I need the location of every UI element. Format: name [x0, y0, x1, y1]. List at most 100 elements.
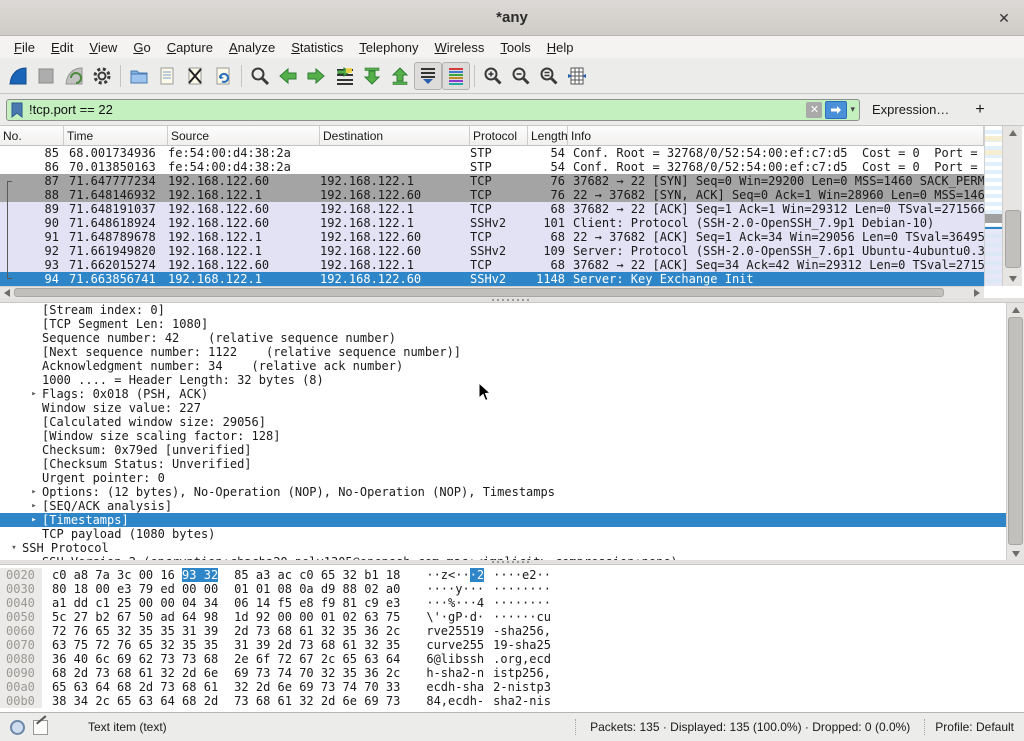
- capture-options-icon[interactable]: [88, 62, 116, 90]
- packet-list-vscroll-thumb[interactable]: [1005, 210, 1021, 268]
- packet-list-vscrollbar[interactable]: [1002, 126, 1022, 286]
- restart-capture-icon[interactable]: [60, 62, 88, 90]
- packet-row[interactable]: 9071.648618924192.168.122.60192.168.122.…: [0, 216, 984, 230]
- scroll-down-icon[interactable]: [1009, 276, 1017, 282]
- packet-list-hscrollbar[interactable]: [0, 286, 984, 298]
- close-file-icon[interactable]: [181, 62, 209, 90]
- detail-line[interactable]: Checksum: 0x79ed [unverified]: [0, 443, 1024, 457]
- scroll-left-icon[interactable]: [4, 289, 10, 297]
- expander-icon[interactable]: ▸: [26, 499, 42, 513]
- detail-line[interactable]: 1000 .... = Header Length: 32 bytes (8): [0, 373, 1024, 387]
- menu-view[interactable]: View: [81, 38, 125, 57]
- menu-capture[interactable]: Capture: [159, 38, 221, 57]
- go-to-packet-icon[interactable]: [330, 62, 358, 90]
- detail-line[interactable]: Sequence number: 42 (relative sequence n…: [0, 331, 1024, 345]
- column-header-destination[interactable]: Destination: [320, 126, 470, 145]
- filter-apply-icon[interactable]: [825, 101, 847, 119]
- menu-edit[interactable]: Edit: [43, 38, 81, 57]
- save-file-icon[interactable]: [153, 62, 181, 90]
- detail-line[interactable]: [Window size scaling factor: 128]: [0, 429, 1024, 443]
- detail-line[interactable]: [TCP Segment Len: 1080]: [0, 317, 1024, 331]
- hex-row[interactable]: 003080 18 00 e3 79 ed 00 0001 01 08 0a d…: [0, 582, 1024, 596]
- detail-line[interactable]: Window size value: 227: [0, 401, 1024, 415]
- zoom-out-icon[interactable]: [507, 62, 535, 90]
- colorize-icon[interactable]: [442, 62, 470, 90]
- go-forward-icon[interactable]: [302, 62, 330, 90]
- column-header-info[interactable]: Info: [568, 126, 984, 145]
- menu-go[interactable]: Go: [125, 38, 158, 57]
- menu-analyze[interactable]: Analyze: [221, 38, 283, 57]
- detail-line[interactable]: [Stream index: 0]: [0, 303, 1024, 317]
- menu-telephony[interactable]: Telephony: [351, 38, 426, 57]
- reload-file-icon[interactable]: [209, 62, 237, 90]
- close-window-button[interactable]: ✕: [994, 8, 1014, 28]
- detail-line-ssh-protocol[interactable]: ▾SSH Protocol: [0, 541, 1024, 555]
- zoom-reset-icon[interactable]: [535, 62, 563, 90]
- filter-dropdown-caret-icon[interactable]: ▾: [850, 104, 855, 115]
- scroll-right-icon[interactable]: [974, 289, 980, 297]
- detail-line[interactable]: Urgent pointer: 0: [0, 471, 1024, 485]
- menu-tools[interactable]: Tools: [492, 38, 538, 57]
- hex-row[interactable]: 006072 76 65 32 35 35 31 392d 73 68 61 3…: [0, 624, 1024, 638]
- add-filter-button[interactable]: +: [967, 101, 992, 119]
- expander-icon[interactable]: ▸: [26, 485, 42, 499]
- detail-line[interactable]: [Checksum Status: Unverified]: [0, 457, 1024, 471]
- profile-label[interactable]: Profile: Default: [924, 719, 1024, 736]
- column-header-time[interactable]: Time: [64, 126, 168, 145]
- packet-row[interactable]: 9171.648789678192.168.122.1192.168.122.6…: [0, 230, 984, 244]
- resize-columns-icon[interactable]: [563, 62, 591, 90]
- menu-wireless[interactable]: Wireless: [427, 38, 493, 57]
- hex-row[interactable]: 009068 2d 73 68 61 32 2d 6e69 73 74 70 3…: [0, 666, 1024, 680]
- scroll-up-icon[interactable]: [1012, 307, 1020, 313]
- hex-row[interactable]: 0040a1 dd c1 25 00 00 04 3406 14 f5 e8 f…: [0, 596, 1024, 610]
- expander-icon[interactable]: ▸: [26, 387, 42, 401]
- go-first-icon[interactable]: [358, 62, 386, 90]
- hex-row[interactable]: 0020c0 a8 7a 3c 00 16 93 3285 a3 ac c0 6…: [0, 568, 1024, 582]
- menu-statistics[interactable]: Statistics: [283, 38, 351, 57]
- packet-row[interactable]: 8871.648146932192.168.122.1192.168.122.6…: [0, 188, 984, 202]
- hex-row[interactable]: 008036 40 6c 69 62 73 73 682e 6f 72 67 2…: [0, 652, 1024, 666]
- detail-line-options[interactable]: ▸Options: (12 bytes), No-Operation (NOP)…: [0, 485, 1024, 499]
- detail-line-seq-ack[interactable]: ▸[SEQ/ACK analysis]: [0, 499, 1024, 513]
- filter-clear-icon[interactable]: ✕: [806, 102, 822, 118]
- start-capture-icon[interactable]: [4, 62, 32, 90]
- packet-row[interactable]: 9271.661949820192.168.122.1192.168.122.6…: [0, 244, 984, 258]
- auto-scroll-icon[interactable]: [414, 62, 442, 90]
- detail-line[interactable]: [Calculated window size: 29056]: [0, 415, 1024, 429]
- go-back-icon[interactable]: [274, 62, 302, 90]
- filter-bookmark-icon[interactable]: [11, 102, 23, 118]
- packet-list-hscroll-thumb[interactable]: [14, 288, 944, 297]
- detail-line[interactable]: TCP payload (1080 bytes): [0, 527, 1024, 541]
- details-vscroll-thumb[interactable]: [1008, 317, 1023, 545]
- detail-line-flags[interactable]: ▸Flags: 0x018 (PSH, ACK): [0, 387, 1024, 401]
- packet-row-selected[interactable]: 9471.663856741192.168.122.1192.168.122.6…: [0, 272, 984, 286]
- detail-line[interactable]: Acknowledgment number: 34 (relative ack …: [0, 359, 1024, 373]
- scroll-up-icon[interactable]: [1009, 130, 1017, 136]
- stop-capture-icon[interactable]: [32, 62, 60, 90]
- expander-icon[interactable]: ▾: [6, 541, 22, 555]
- packet-row[interactable]: 9371.662015274192.168.122.60192.168.122.…: [0, 258, 984, 272]
- go-last-icon[interactable]: [386, 62, 414, 90]
- hex-row[interactable]: 00a065 63 64 68 2d 73 68 6132 2d 6e 69 7…: [0, 680, 1024, 694]
- menu-file[interactable]: File: [6, 38, 43, 57]
- capture-comment-icon[interactable]: [33, 720, 48, 735]
- zoom-in-icon[interactable]: [479, 62, 507, 90]
- column-header-length[interactable]: Length: [528, 126, 568, 145]
- expert-info-icon[interactable]: [10, 720, 25, 735]
- packet-row[interactable]: 8670.013850163fe:54:00:d4:38:2aSTP54Conf…: [0, 160, 984, 174]
- detail-line-timestamps-selected[interactable]: ▸[Timestamps]: [0, 513, 1024, 527]
- column-header-no[interactable]: No.: [0, 126, 64, 145]
- display-filter-input[interactable]: [29, 102, 806, 117]
- hex-row[interactable]: 00b038 34 2c 65 63 64 68 2d73 68 61 32 2…: [0, 694, 1024, 708]
- packet-row[interactable]: 8568.001734936fe:54:00:d4:38:2aSTP54Conf…: [0, 146, 984, 160]
- packet-map[interactable]: [984, 126, 1002, 286]
- menu-help[interactable]: Help: [539, 38, 582, 57]
- packet-row[interactable]: 8771.647777234192.168.122.60192.168.122.…: [0, 174, 984, 188]
- open-file-icon[interactable]: [125, 62, 153, 90]
- column-header-source[interactable]: Source: [168, 126, 320, 145]
- column-header-protocol[interactable]: Protocol: [470, 126, 528, 145]
- hex-row[interactable]: 00505c 27 b2 67 50 ad 64 981d 92 00 00 0…: [0, 610, 1024, 624]
- find-packet-icon[interactable]: [246, 62, 274, 90]
- expression-button[interactable]: Expression…: [872, 102, 949, 117]
- expander-icon[interactable]: ▸: [26, 513, 42, 527]
